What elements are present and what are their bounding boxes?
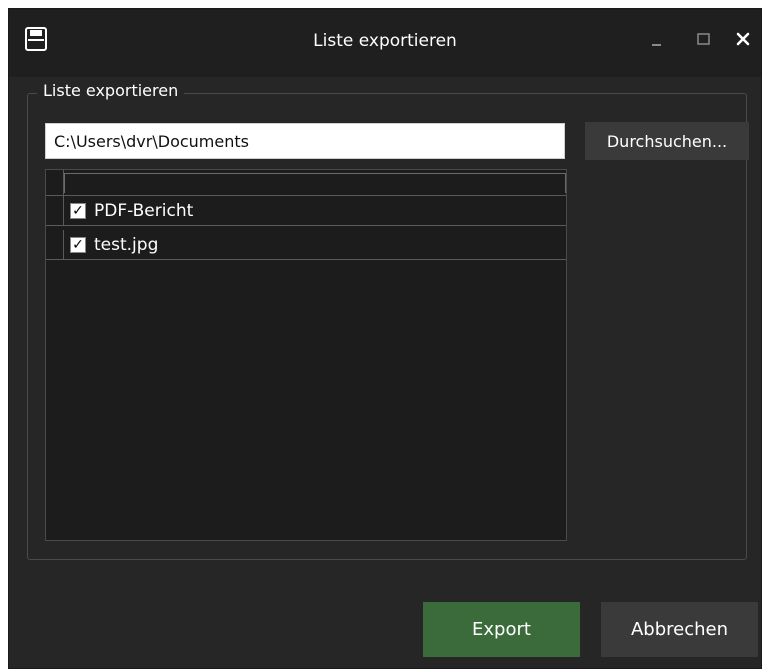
item-label: test.jpg: [94, 235, 159, 255]
export-dialog: Liste exportieren Liste exportieren Durc…: [8, 8, 762, 669]
export-list[interactable]: ✓ PDF-Bericht ✓ test.jpg: [45, 169, 567, 541]
cancel-button[interactable]: Abbrechen: [601, 602, 758, 657]
minimize-icon[interactable]: [645, 27, 669, 51]
groupbox-label: Liste exportieren: [37, 81, 185, 100]
browse-button[interactable]: Durchsuchen...: [585, 122, 749, 160]
path-input[interactable]: [45, 123, 565, 159]
row-header-gutter: [46, 170, 64, 195]
row-header-gutter: [46, 196, 64, 225]
close-icon[interactable]: [731, 27, 755, 51]
item-checkbox[interactable]: ✓: [70, 203, 86, 219]
row-header-gutter: [46, 230, 64, 259]
maximize-icon[interactable]: [692, 27, 716, 51]
item-label: PDF-Bericht: [94, 201, 194, 221]
column-header[interactable]: [64, 173, 566, 193]
export-button[interactable]: Export: [423, 602, 580, 657]
list-header: [46, 170, 566, 196]
title-bar[interactable]: Liste exportieren: [9, 9, 761, 77]
item-checkbox[interactable]: ✓: [70, 237, 86, 253]
list-item[interactable]: ✓ test.jpg: [46, 230, 566, 260]
list-item[interactable]: ✓ PDF-Bericht: [46, 196, 566, 226]
